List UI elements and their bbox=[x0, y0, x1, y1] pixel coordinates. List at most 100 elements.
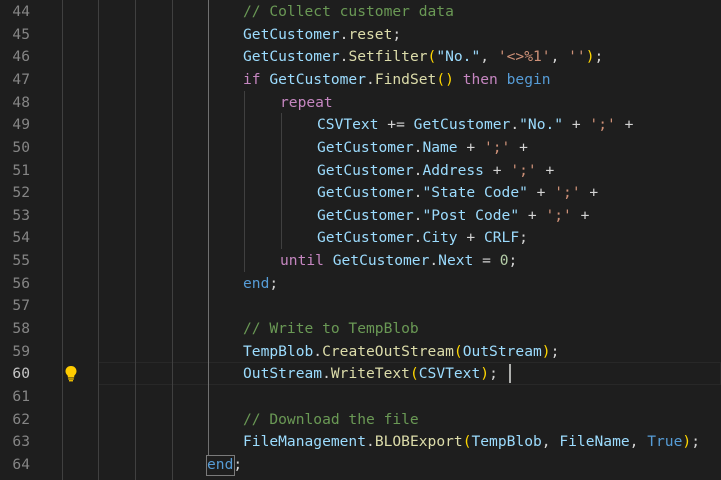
code-token: , bbox=[550, 48, 569, 65]
code-token: () bbox=[436, 71, 454, 88]
code-token: ) bbox=[585, 48, 595, 65]
code-token: ; bbox=[508, 252, 518, 269]
line-number: 44 bbox=[12, 3, 30, 20]
code-token: + bbox=[483, 162, 511, 179]
line-number-active: 60 bbox=[12, 365, 30, 382]
code-line: GetCustomer.Setfilter("No.", '<>%1', '')… bbox=[243, 45, 721, 68]
line-number: 64 bbox=[12, 456, 30, 473]
code-token: GetCustomer bbox=[317, 207, 414, 224]
code-token: FileManagement bbox=[243, 433, 367, 450]
code-line: GetCustomer.Address + ';' + bbox=[317, 159, 721, 182]
code-token: ';' bbox=[545, 207, 572, 224]
code-token: OutStream bbox=[462, 343, 542, 360]
code-token: . bbox=[366, 71, 375, 88]
code-token: GetCustomer bbox=[243, 48, 340, 65]
line-number: 55 bbox=[12, 252, 30, 269]
line-number: 53 bbox=[12, 207, 30, 224]
code-line: repeat bbox=[280, 91, 721, 114]
code-line: until GetCustomer.Next = 0; bbox=[280, 249, 721, 272]
line-number: 58 bbox=[12, 320, 30, 337]
code-token: ( bbox=[453, 343, 463, 360]
code-token: City bbox=[422, 229, 458, 246]
code-token: ; bbox=[594, 48, 604, 65]
code-token: ; bbox=[550, 343, 560, 360]
code-token: + bbox=[563, 116, 590, 133]
code-token: ) bbox=[541, 343, 551, 360]
code-token: ) bbox=[480, 365, 490, 382]
code-token: . bbox=[322, 365, 331, 382]
code-token: . bbox=[366, 433, 375, 450]
line-number: 63 bbox=[12, 433, 30, 450]
code-token: end bbox=[207, 456, 234, 473]
text-cursor bbox=[509, 364, 511, 383]
code-token: FindSet bbox=[374, 71, 437, 88]
code-token: "Post Code" bbox=[422, 207, 520, 224]
code-token: until bbox=[280, 252, 333, 269]
code-token: reset bbox=[348, 26, 393, 43]
code-token: repeat bbox=[280, 94, 333, 111]
code-token: ; bbox=[392, 26, 402, 43]
line-number: 50 bbox=[12, 139, 30, 156]
code-token: Name bbox=[422, 139, 458, 156]
code-line: FileManagement.BLOBExport(TempBlob, File… bbox=[243, 430, 721, 453]
code-token: // Collect customer data bbox=[243, 3, 454, 20]
code-token: , bbox=[629, 433, 648, 450]
code-token: Setfilter bbox=[348, 48, 428, 65]
code-token: // Write to TempBlob bbox=[243, 320, 419, 337]
code-token: "No." bbox=[436, 48, 481, 65]
code-token: + bbox=[580, 184, 599, 201]
code-token: '' bbox=[568, 48, 586, 65]
line-number: 59 bbox=[12, 343, 30, 360]
code-line: GetCustomer.Name + ';' + bbox=[317, 136, 721, 159]
code-token: BLOBExport bbox=[374, 433, 463, 450]
code-token: CreateOutStream bbox=[322, 343, 454, 360]
code-token: CSVText bbox=[418, 365, 481, 382]
code-token: TempBlob bbox=[243, 343, 314, 360]
code-token: if bbox=[243, 71, 270, 88]
code-token: CRLF bbox=[483, 229, 520, 246]
code-token: + bbox=[571, 207, 590, 224]
code-token: FileName bbox=[559, 433, 630, 450]
code-token: Next bbox=[438, 252, 474, 269]
code-token: ';' bbox=[589, 116, 616, 133]
code-token: TempBlob bbox=[471, 433, 542, 450]
code-token: , bbox=[480, 48, 498, 65]
code-line: GetCustomer.reset; bbox=[243, 23, 721, 46]
line-number: 57 bbox=[12, 297, 30, 314]
code-token: ( bbox=[409, 365, 419, 382]
code-token: // Download the file bbox=[243, 411, 419, 428]
code-token: ; bbox=[233, 456, 243, 473]
code-token: GetCustomer bbox=[269, 71, 367, 88]
code-token: GetCustomer bbox=[317, 139, 414, 156]
code-token: ) bbox=[682, 433, 692, 450]
code-token: = bbox=[473, 252, 500, 269]
code-token: += bbox=[378, 116, 414, 133]
code-line: end; bbox=[207, 453, 721, 476]
code-area[interactable]: // Collect customer data GetCustomer.res… bbox=[56, 0, 721, 480]
code-line: if GetCustomer.FindSet() then begin bbox=[243, 68, 721, 91]
line-number: 52 bbox=[12, 184, 30, 201]
code-token: ; bbox=[489, 365, 498, 382]
code-token: + bbox=[519, 207, 546, 224]
line-number: 46 bbox=[12, 48, 30, 65]
code-line: TempBlob.CreateOutStream(OutStream); bbox=[243, 340, 721, 363]
code-token: + bbox=[457, 139, 484, 156]
code-line: // Write to TempBlob bbox=[243, 317, 721, 340]
code-token: ';' bbox=[483, 139, 511, 156]
code-token: ';' bbox=[554, 184, 581, 201]
code-line: end; bbox=[243, 272, 721, 295]
code-token: '<>%1' bbox=[497, 48, 551, 65]
code-token: GetCustomer bbox=[317, 162, 414, 179]
line-number: 62 bbox=[12, 411, 30, 428]
code-editor[interactable]: 44 45 46 47 48 49 50 51 52 53 54 55 56 5… bbox=[0, 0, 721, 480]
line-number: 47 bbox=[12, 71, 30, 88]
code-token: . bbox=[313, 343, 323, 360]
code-token: GetCustomer bbox=[332, 252, 430, 269]
code-line: CSVText += GetCustomer."No." + ';' + bbox=[317, 113, 721, 136]
code-token: , bbox=[541, 433, 560, 450]
code-token: + bbox=[510, 139, 528, 156]
code-token: "No." bbox=[519, 116, 564, 133]
code-token: end bbox=[243, 275, 270, 292]
